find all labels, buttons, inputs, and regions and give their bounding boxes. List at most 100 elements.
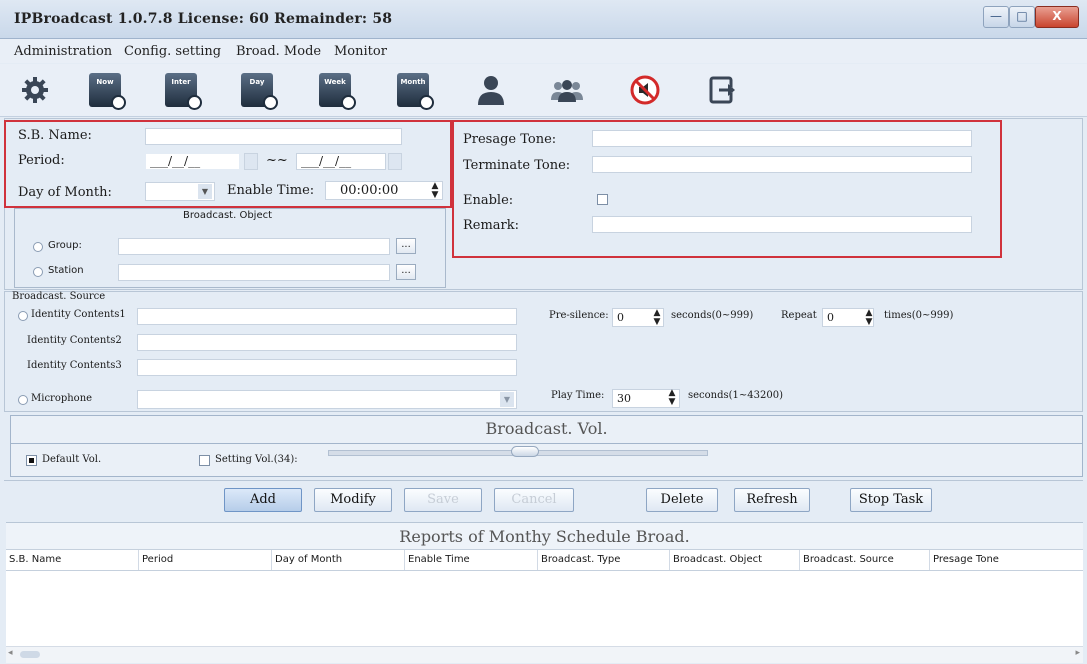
- station-label: Station: [48, 265, 84, 276]
- column-header[interactable]: Broadcast. Object: [670, 550, 800, 570]
- play-time-unit: seconds(1~43200): [688, 390, 783, 401]
- period-from-calendar-button[interactable]: [244, 153, 258, 170]
- enable-time-spinner[interactable]: ▲ ▼: [430, 182, 440, 200]
- schedule-interval-label: Inter: [171, 78, 191, 86]
- pre-silence-label: Pre-silence:: [549, 310, 609, 321]
- microphone-select[interactable]: ▼: [137, 390, 517, 409]
- identity3-label: Identity Contents3: [27, 360, 122, 371]
- day-of-month-select[interactable]: ▼: [145, 182, 215, 201]
- column-header[interactable]: Enable Time: [405, 550, 538, 570]
- mute-icon[interactable]: [624, 70, 666, 110]
- sb-name-label: S.B. Name:: [18, 128, 92, 143]
- schedule-month-icon[interactable]: Month: [392, 70, 434, 110]
- menu-administration[interactable]: Administration: [14, 44, 112, 59]
- period-to-calendar-button[interactable]: [388, 153, 402, 170]
- report-table-body: [6, 571, 1083, 646]
- add-button[interactable]: Add: [224, 488, 302, 512]
- identity1-label: Identity Contents1: [31, 309, 126, 320]
- menu-broad-mode[interactable]: Broad. Mode: [236, 44, 321, 59]
- chevron-down-icon: ▼: [500, 392, 514, 407]
- default-vol-checkbox[interactable]: [26, 455, 37, 466]
- schedule-day-icon[interactable]: Day: [236, 70, 278, 110]
- exit-icon[interactable]: [702, 70, 744, 110]
- schedule-day-label: Day: [249, 78, 265, 86]
- scroll-thumb[interactable]: [20, 651, 40, 658]
- enable-time-label: Enable Time:: [227, 183, 315, 198]
- play-time-label: Play Time:: [551, 390, 605, 401]
- repeat-unit: times(0~999): [884, 310, 954, 321]
- presage-tone-label: Presage Tone:: [463, 132, 557, 147]
- identity1-input[interactable]: [137, 308, 517, 325]
- enable-label: Enable:: [463, 193, 514, 208]
- scroll-left-icon[interactable]: ◂: [8, 648, 13, 658]
- volume-slider-handle[interactable]: [511, 446, 539, 457]
- user-icon[interactable]: [470, 70, 512, 110]
- close-button[interactable]: X: [1035, 6, 1079, 28]
- enable-time-input[interactable]: 00:00:00: [325, 181, 443, 200]
- enable-checkbox[interactable]: [597, 194, 608, 205]
- broadcast-source-title: Broadcast. Source: [12, 291, 106, 302]
- terminate-tone-label: Terminate Tone:: [463, 158, 571, 173]
- broadcast-object-title: Broadcast. Object: [183, 210, 273, 221]
- group-browse-button[interactable]: ...: [396, 238, 416, 254]
- horizontal-scrollbar[interactable]: ◂ ▸: [6, 646, 1083, 663]
- microphone-label: Microphone: [31, 393, 93, 404]
- column-header[interactable]: Period: [139, 550, 272, 570]
- station-browse-button[interactable]: ...: [396, 264, 416, 280]
- schedule-now-label: Now: [96, 78, 114, 86]
- sb-name-input[interactable]: [145, 128, 402, 145]
- column-header[interactable]: Presage Tone: [930, 550, 1083, 570]
- repeat-spinner[interactable]: ▲ ▼: [864, 309, 874, 327]
- identity3-input[interactable]: [137, 359, 517, 376]
- schedule-month-label: Month: [400, 78, 426, 86]
- station-input[interactable]: [118, 264, 390, 281]
- remark-label: Remark:: [463, 218, 520, 233]
- identity2-label: Identity Contents2: [27, 335, 122, 346]
- refresh-button[interactable]: Refresh: [734, 488, 810, 512]
- menu-monitor[interactable]: Monitor: [334, 44, 387, 59]
- delete-button[interactable]: Delete: [646, 488, 718, 512]
- schedule-now-icon[interactable]: Now: [84, 70, 126, 110]
- terminate-tone-input[interactable]: [592, 156, 972, 173]
- default-vol-label: Default Vol.: [42, 454, 102, 465]
- save-button[interactable]: Save: [404, 488, 482, 512]
- station-radio[interactable]: [33, 267, 43, 277]
- schedule-week-icon[interactable]: Week: [314, 70, 356, 110]
- gear-icon[interactable]: [14, 70, 56, 110]
- setting-vol-checkbox[interactable]: [199, 455, 210, 466]
- modify-button[interactable]: Modify: [314, 488, 392, 512]
- remark-input[interactable]: [592, 216, 972, 233]
- period-label: Period:: [18, 153, 65, 168]
- menu-config-setting[interactable]: Config. setting: [124, 44, 221, 59]
- microphone-radio[interactable]: [18, 395, 28, 405]
- minimize-button[interactable]: —: [983, 6, 1009, 28]
- column-header[interactable]: Day of Month: [272, 550, 405, 570]
- column-header[interactable]: Broadcast. Source: [800, 550, 930, 570]
- group-input[interactable]: [118, 238, 390, 255]
- period-from-input[interactable]: ___/__/__: [145, 153, 240, 170]
- setting-vol-label: Setting Vol.(34):: [215, 454, 298, 465]
- broadcast-volume-title: Broadcast. Vol.: [10, 415, 1083, 444]
- scroll-right-icon[interactable]: ▸: [1075, 648, 1080, 658]
- play-time-spinner[interactable]: ▲ ▼: [667, 389, 677, 407]
- period-to-input[interactable]: ___/__/__: [296, 153, 386, 170]
- presage-tone-input[interactable]: [592, 130, 972, 147]
- repeat-label: Repeat: [781, 310, 817, 321]
- maximize-button[interactable]: □: [1009, 6, 1035, 28]
- column-header[interactable]: Broadcast. Type: [538, 550, 670, 570]
- schedule-interval-icon[interactable]: Inter: [160, 70, 202, 110]
- period-separator: ~~: [266, 153, 288, 168]
- group-radio[interactable]: [33, 242, 43, 252]
- group-label: Group:: [48, 240, 82, 251]
- report-title: Reports of Monthy Schedule Broad.: [6, 522, 1083, 550]
- pre-silence-spinner[interactable]: ▲ ▼: [652, 309, 662, 327]
- schedule-week-label: Week: [324, 78, 346, 86]
- stop-task-button[interactable]: Stop Task: [850, 488, 932, 512]
- identity2-input[interactable]: [137, 334, 517, 351]
- day-of-month-label: Day of Month:: [18, 185, 112, 200]
- cancel-button[interactable]: Cancel: [494, 488, 574, 512]
- identity1-radio[interactable]: [18, 311, 28, 321]
- group-icon[interactable]: [546, 70, 588, 110]
- chevron-down-icon: ▼: [198, 184, 212, 199]
- column-header[interactable]: S.B. Name: [6, 550, 139, 570]
